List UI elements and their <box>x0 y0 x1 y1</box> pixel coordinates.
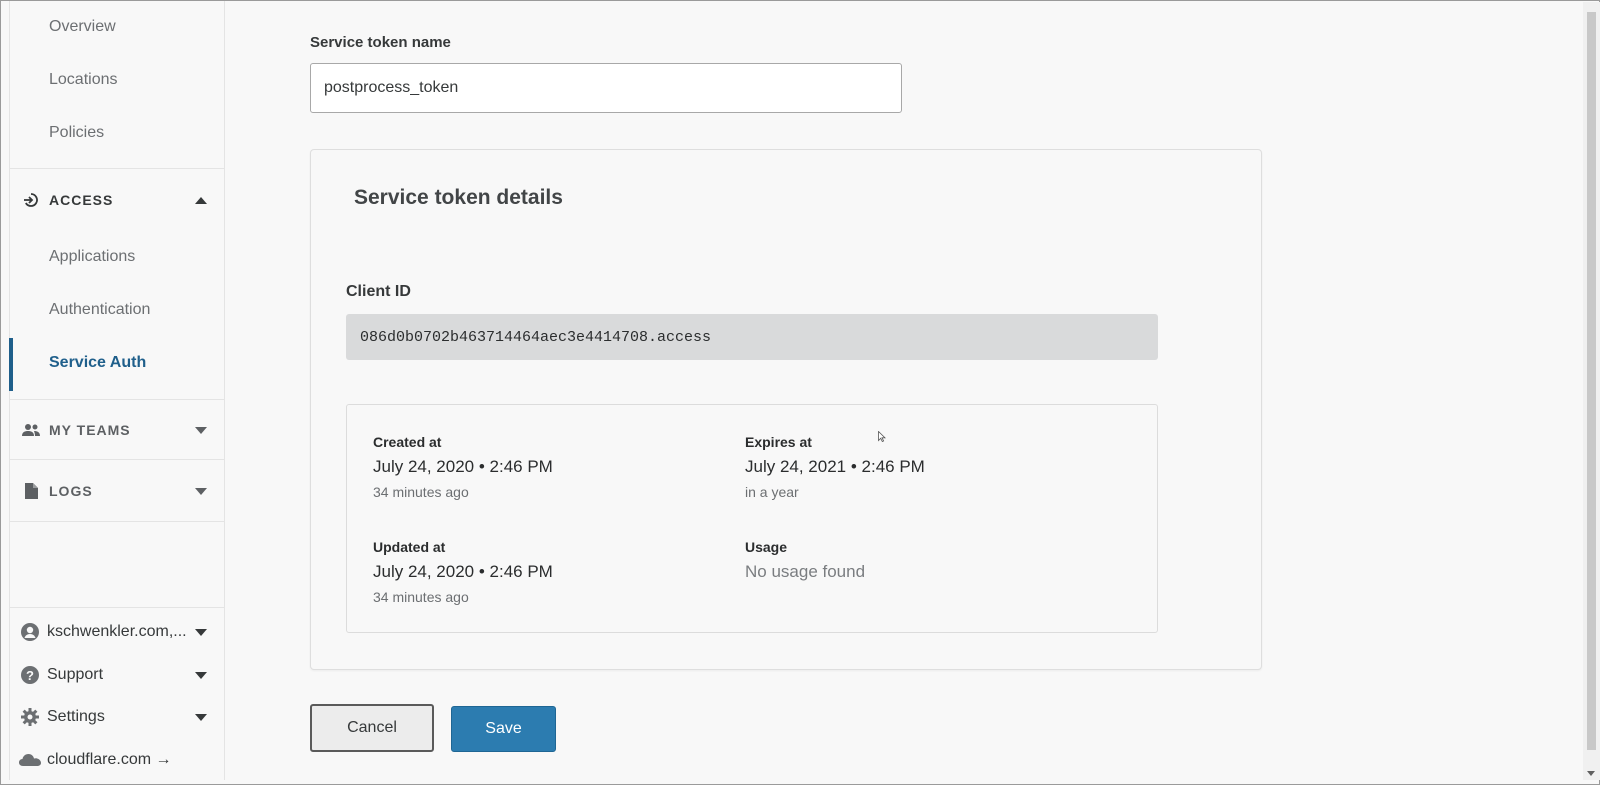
sidebar: Overview Locations Policies ACCESS Appli… <box>9 1 225 780</box>
cloudflare-link[interactable]: cloudflare.com → <box>10 741 225 779</box>
chevron-down-icon <box>195 426 207 434</box>
document-icon <box>21 481 41 501</box>
cloud-icon <box>19 749 41 771</box>
gear-icon <box>19 706 41 728</box>
client-id-value: 086d0b0702b463714464aec3e4414708.access <box>360 328 712 346</box>
support-label: Support <box>47 666 104 683</box>
updated-at-relative: 34 minutes ago <box>373 589 469 605</box>
account-label: kschwenkler.com,... <box>47 623 187 640</box>
cancel-button[interactable]: Cancel <box>310 704 434 752</box>
sidebar-item-service-auth[interactable]: Service Auth <box>10 341 225 385</box>
sidebar-item-policies[interactable]: Policies <box>10 111 225 155</box>
sidebar-divider <box>10 168 225 169</box>
account-menu[interactable]: kschwenkler.com,... <box>10 613 225 651</box>
sidebar-item-locations[interactable]: Locations <box>10 58 225 102</box>
card-title: Service token details <box>354 186 563 209</box>
access-icon <box>21 190 41 210</box>
sidebar-item-label: Authentication <box>49 301 151 318</box>
sidebar-item-label: Policies <box>49 124 105 141</box>
updated-at-block: Updated at July 24, 2020 • 2:46 PM 34 mi… <box>373 539 703 605</box>
token-details-card: Service token details Client ID 086d0b07… <box>310 149 1262 670</box>
usage-label: Usage <box>745 539 788 555</box>
sidebar-item-label: Applications <box>49 248 136 265</box>
settings-label: Settings <box>47 708 105 725</box>
sidebar-section-logs[interactable]: LOGS <box>10 471 225 511</box>
expires-at-relative: in a year <box>745 484 799 500</box>
expires-at-label: Expires at <box>745 434 812 450</box>
chevron-down-icon <box>195 671 207 679</box>
chevron-down-icon <box>195 713 207 721</box>
sidebar-item-overview[interactable]: Overview <box>10 5 225 49</box>
client-id-field[interactable]: 086d0b0702b463714464aec3e4414708.access <box>346 314 1158 360</box>
support-menu[interactable]: ? Support <box>10 656 225 694</box>
created-at-label: Created at <box>373 434 442 450</box>
chevron-down-icon <box>195 628 207 636</box>
help-icon: ? <box>19 664 41 686</box>
expires-at-block: Expires at July 24, 2021 • 2:46 PM in a … <box>745 434 1075 500</box>
scroll-down-arrow-icon[interactable] <box>1587 771 1595 776</box>
sidebar-item-label: Service Auth <box>49 354 147 371</box>
token-name-input[interactable] <box>310 63 902 113</box>
app-window: Overview Locations Policies ACCESS Appli… <box>0 0 1600 785</box>
sidebar-section-my-teams[interactable]: MY TEAMS <box>10 410 225 450</box>
sidebar-item-label: Overview <box>49 18 116 35</box>
people-icon <box>21 420 41 440</box>
cloudflare-label: cloudflare.com → <box>47 751 172 768</box>
scrollbar-thumb[interactable] <box>1587 12 1596 750</box>
created-at-block: Created at July 24, 2020 • 2:46 PM 34 mi… <box>373 434 703 500</box>
token-metadata-box: Created at July 24, 2020 • 2:46 PM 34 mi… <box>346 404 1158 633</box>
user-circle-icon <box>19 621 41 643</box>
main-content: Service token name Service token details… <box>226 1 1583 780</box>
settings-menu[interactable]: Settings <box>10 698 225 736</box>
sidebar-item-label: Locations <box>49 71 118 88</box>
updated-at-value: July 24, 2020 • 2:46 PM <box>373 562 553 581</box>
section-label: ACCESS <box>49 192 114 208</box>
token-name-label: Service token name <box>310 34 451 51</box>
sidebar-item-applications[interactable]: Applications <box>10 235 225 279</box>
client-id-label: Client ID <box>346 283 411 300</box>
usage-value: No usage found <box>745 562 866 581</box>
sidebar-divider <box>10 521 225 522</box>
section-label: MY TEAMS <box>49 422 131 438</box>
sidebar-section-access[interactable]: ACCESS <box>10 180 225 220</box>
created-at-relative: 34 minutes ago <box>373 484 469 500</box>
usage-block: Usage No usage found <box>745 539 1075 582</box>
sidebar-item-authentication[interactable]: Authentication <box>10 288 225 332</box>
sidebar-divider <box>10 607 225 608</box>
chevron-down-icon <box>195 487 207 495</box>
save-button[interactable]: Save <box>451 706 556 752</box>
sidebar-divider <box>10 459 225 460</box>
mouse-cursor-icon <box>878 429 886 447</box>
updated-at-label: Updated at <box>373 539 446 555</box>
section-label: LOGS <box>49 483 93 499</box>
chevron-up-icon <box>195 196 207 204</box>
created-at-value: July 24, 2020 • 2:46 PM <box>373 457 553 476</box>
vertical-scrollbar[interactable] <box>1583 2 1600 780</box>
svg-text:?: ? <box>26 668 34 683</box>
expires-at-value: July 24, 2021 • 2:46 PM <box>745 457 925 476</box>
sidebar-divider <box>10 399 225 400</box>
